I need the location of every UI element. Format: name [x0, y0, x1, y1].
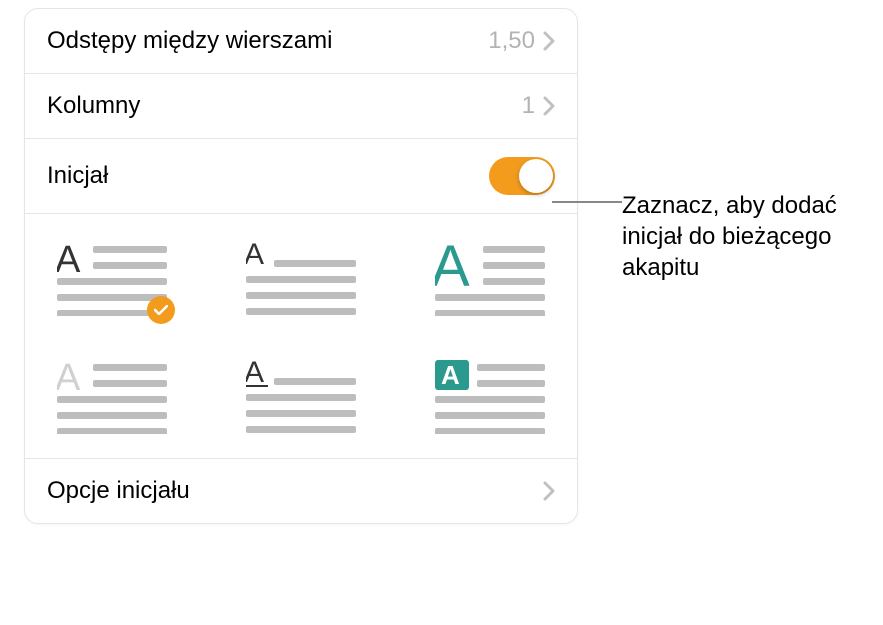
drop-cap-style-4[interactable]: A: [57, 360, 167, 434]
line-spacing-row[interactable]: Odstępy między wierszami 1,50: [25, 9, 577, 74]
chevron-right-icon: [543, 96, 555, 116]
columns-value: 1: [522, 92, 535, 120]
drop-cap-options-label: Opcje inicjału: [47, 477, 543, 505]
drop-cap-row: Inicjał: [25, 139, 577, 214]
annotation-leader-line: [552, 201, 622, 203]
columns-label: Kolumny: [47, 92, 522, 120]
columns-row[interactable]: Kolumny 1: [25, 74, 577, 139]
drop-cap-style-1[interactable]: A: [57, 242, 167, 316]
selected-check-icon: [147, 296, 175, 324]
chevron-right-icon: [543, 481, 555, 501]
drop-cap-styles-grid: A A: [47, 242, 555, 434]
svg-text:A: A: [246, 360, 264, 389]
line-spacing-value: 1,50: [488, 27, 535, 55]
drop-cap-style-5[interactable]: A: [246, 360, 356, 434]
svg-text:A: A: [57, 242, 81, 281]
drop-cap-styles-section: A A: [25, 214, 577, 459]
svg-text:A: A: [57, 360, 81, 399]
drop-cap-toggle[interactable]: [489, 157, 555, 195]
drop-cap-options-row[interactable]: Opcje inicjału: [25, 459, 577, 523]
drop-cap-style-2[interactable]: A: [246, 242, 356, 316]
chevron-right-icon: [543, 31, 555, 51]
svg-text:A: A: [246, 242, 264, 271]
drop-cap-label: Inicjał: [47, 162, 489, 190]
drop-cap-style-3[interactable]: A: [435, 242, 545, 316]
formatting-panel: Odstępy między wierszami 1,50 Kolumny 1 …: [24, 8, 578, 524]
svg-text:A: A: [441, 360, 460, 390]
line-spacing-label: Odstępy między wierszami: [47, 27, 488, 55]
annotation-text: Zaznacz, aby dodać inicjał do bieżącego …: [622, 190, 862, 284]
drop-cap-style-6[interactable]: A: [435, 360, 545, 434]
svg-text:A: A: [435, 242, 470, 299]
